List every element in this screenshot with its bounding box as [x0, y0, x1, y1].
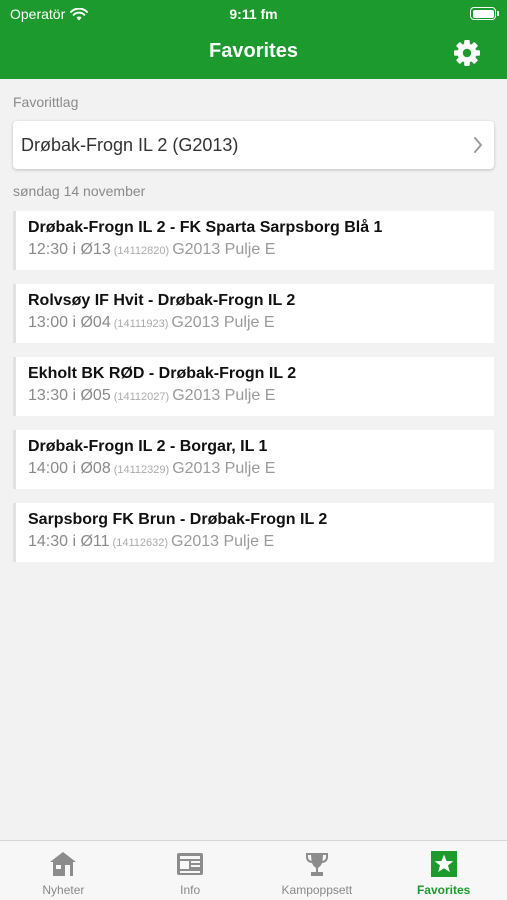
match-time: 14:30 i Ø11: [28, 533, 110, 550]
battery-icon: [470, 7, 499, 20]
match-title: Drøbak-Frogn IL 2 - FK Sparta Sarpsborg …: [28, 219, 383, 236]
match-time: 13:30 i Ø05: [28, 387, 111, 404]
match-title: Sarpsborg FK Brun - Drøbak-Frogn IL 2: [28, 511, 328, 528]
match-title: Drøbak-Frogn IL 2 - Borgar, IL 1: [28, 438, 268, 455]
tab-label: Info: [180, 883, 201, 897]
match-id: (14112820): [113, 245, 170, 257]
match-group: G2013 Pulje E: [172, 460, 276, 477]
match-group: G2013 Pulje E: [171, 533, 275, 550]
status-time: 9:11 fm: [229, 6, 278, 22]
match-info: 14:30 i Ø11 (14112632) G2013 Pulje E: [28, 533, 274, 551]
house-icon: [50, 852, 77, 876]
match-time: 12:30 i Ø13: [28, 241, 111, 258]
match-id: (14112329): [113, 464, 170, 476]
match-group: G2013 Pulje E: [171, 314, 275, 331]
match-row[interactable]: Ekholt BK RØD - Drøbak-Frogn IL 2 13:30 …: [13, 357, 494, 416]
match-info: 12:30 i Ø13 (14112820) G2013 Pulje E: [28, 241, 275, 259]
match-row[interactable]: Rolvsøy IF Hvit - Drøbak-Frogn IL 2 13:0…: [13, 284, 494, 343]
tab-bar: Nyheter Info Kampoppsett Favorites: [0, 840, 507, 900]
tab-info[interactable]: Info: [127, 841, 254, 900]
match-row[interactable]: Sarpsborg FK Brun - Drøbak-Frogn IL 2 14…: [13, 503, 494, 562]
app-header: Operatör 9:11 fm Favorites: [0, 0, 507, 79]
match-row[interactable]: Drøbak-Frogn IL 2 - FK Sparta Sarpsborg …: [13, 211, 494, 270]
match-time: 14:00 i Ø08: [28, 460, 111, 477]
match-id: (14111923): [113, 318, 169, 330]
match-row[interactable]: Drøbak-Frogn IL 2 - Borgar, IL 1 14:00 i…: [13, 430, 494, 489]
tab-favorites[interactable]: Favorites: [380, 841, 507, 900]
match-group: G2013 Pulje E: [172, 241, 276, 258]
tab-kampoppsett[interactable]: Kampoppsett: [254, 841, 381, 900]
favorites-section-label: Favorittlag: [13, 94, 79, 110]
trophy-icon: [305, 853, 328, 876]
match-info: 13:30 i Ø05 (14112027) G2013 Pulje E: [28, 387, 275, 405]
chevron-right-icon: [474, 137, 482, 153]
match-info: 14:00 i Ø08 (14112329) G2013 Pulje E: [28, 460, 275, 478]
status-bar: Operatör 9:11 fm: [0, 0, 507, 28]
star-icon: [430, 851, 457, 877]
tab-nyheter[interactable]: Nyheter: [0, 841, 127, 900]
match-id: (14112632): [112, 537, 168, 549]
favorite-team-row[interactable]: Drøbak-Frogn IL 2 (G2013): [13, 121, 494, 169]
match-time: 13:00 i Ø04: [28, 314, 111, 331]
match-title: Ekholt BK RØD - Drøbak-Frogn IL 2: [28, 365, 297, 382]
tab-label: Nyheter: [42, 883, 85, 897]
date-section-label: søndag 14 november: [13, 183, 146, 199]
match-info: 13:00 i Ø04 (14111923) G2013 Pulje E: [28, 314, 275, 332]
newspaper-icon: [177, 853, 204, 875]
tab-label: Favorites: [416, 883, 471, 897]
match-title: Rolvsøy IF Hvit - Drøbak-Frogn IL 2: [28, 292, 296, 309]
tab-label: Kampoppsett: [281, 883, 353, 897]
match-group: G2013 Pulje E: [172, 387, 276, 404]
page-title: Favorites: [209, 40, 298, 62]
favorite-team-name: Drøbak-Frogn IL 2 (G2013): [21, 134, 239, 155]
match-id: (14112027): [113, 391, 170, 403]
gear-icon[interactable]: [453, 39, 481, 67]
